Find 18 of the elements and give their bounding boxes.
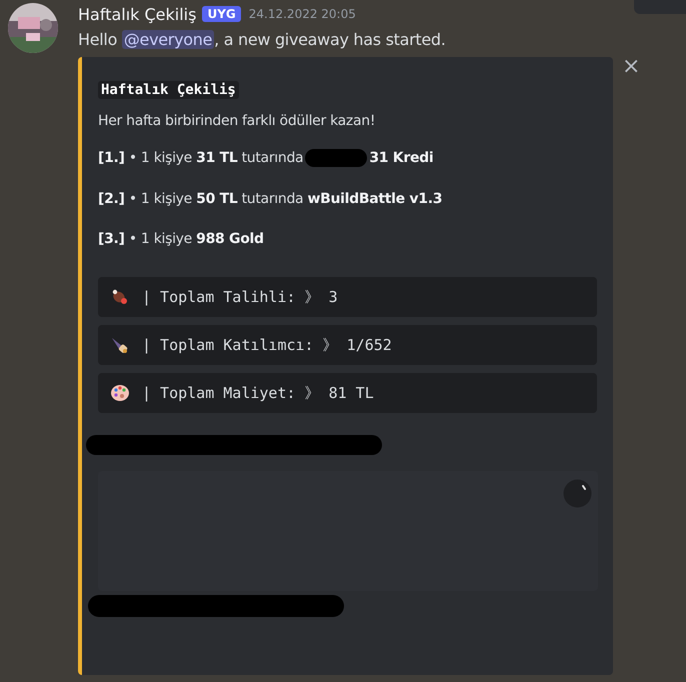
stat-text: | Toplam Talihli: 》 3 xyxy=(142,288,338,306)
prize-text: [3.] • 1 kişiye 988 Gold xyxy=(98,231,264,247)
loading-icon xyxy=(563,479,592,508)
stat-text: | Toplam Maliyet: 》 81 TL xyxy=(142,384,374,402)
server-tag: UYG xyxy=(202,6,241,22)
close-button[interactable]: × xyxy=(618,55,644,79)
stat-text: | Toplam Katılımcı: 》 1/652 xyxy=(142,336,392,354)
embed-title: Haftalık Çekiliş xyxy=(98,81,239,99)
embed-description: Her hafta birbirinden farklı ödüller kazan! xyxy=(98,113,376,129)
palette-icon xyxy=(110,383,130,403)
author-name[interactable]: Haftalık Çekiliş xyxy=(78,4,196,24)
prize-text: [1.] • 1 kişiye 31 TL tutarında xyxy=(98,150,304,166)
meat-icon xyxy=(110,287,130,307)
timestamp: 24.12.2022 20:05 xyxy=(248,7,356,21)
cone-icon xyxy=(110,335,130,355)
message-text: Hello @everyone, a new giveaway has started. xyxy=(78,29,447,51)
prize-text: [2.] • 1 kişiye 50 TL tutarında wBuildBattle v1.3 xyxy=(98,191,442,207)
prize-text: 31 Kredi xyxy=(369,150,434,166)
